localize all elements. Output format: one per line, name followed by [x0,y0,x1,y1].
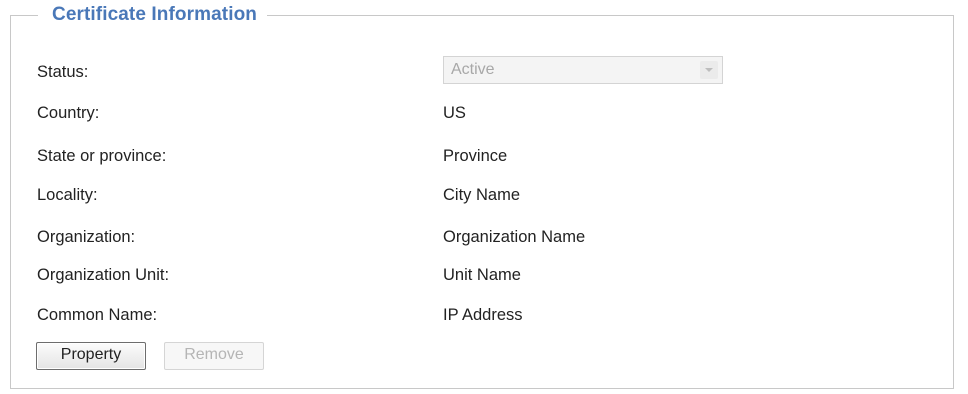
country-label: Country: [37,104,100,122]
country-value: US [443,104,466,122]
property-button[interactable]: Property [36,342,146,370]
org-unit-value: Unit Name [443,266,521,284]
org-unit-label: Organization Unit: [37,266,170,284]
state-label: State or province: [37,147,167,165]
organization-value: Organization Name [443,228,586,246]
status-select[interactable]: Active [443,56,723,84]
organization-label: Organization: [37,228,136,246]
locality-label: Locality: [37,186,98,204]
remove-button[interactable]: Remove [164,342,264,370]
chevron-down-icon [700,61,718,79]
locality-value: City Name [443,186,521,204]
state-value: Province [443,147,508,165]
common-name-value: IP Address [443,306,523,324]
common-name-label: Common Name: [37,306,158,324]
status-select-value: Active [451,61,495,78]
status-label: Status: [37,63,89,81]
section-title: Certificate Information [38,3,267,27]
